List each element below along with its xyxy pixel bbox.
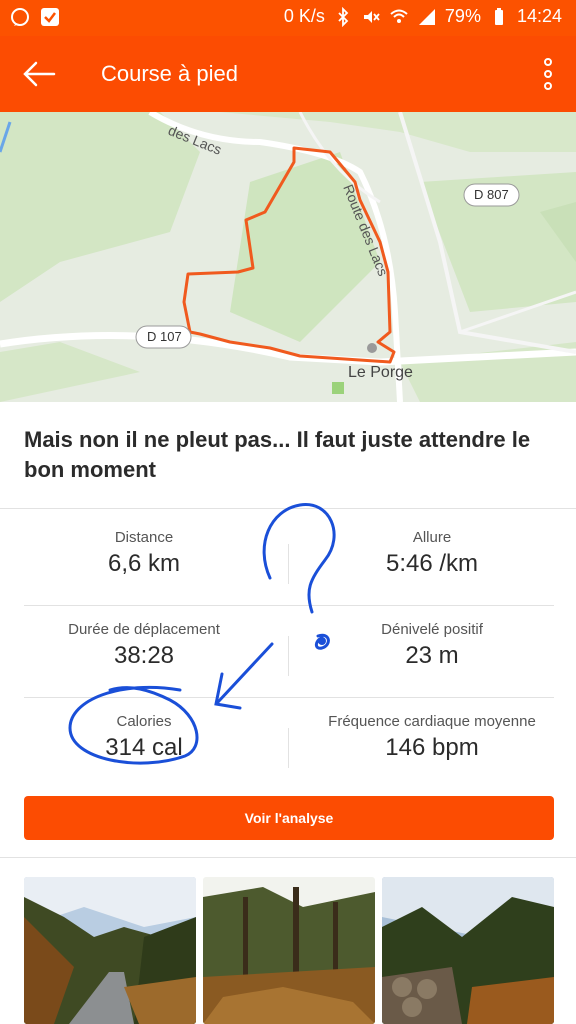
mute-icon <box>363 10 380 23</box>
route-map[interactable]: des Lacs Route des Lacs D 807 D 107 Le P… <box>0 112 576 402</box>
stat-heart-rate: Fréquence cardiaque moyenne 146 bpm <box>288 713 576 762</box>
view-analysis-button[interactable]: Voir l'analyse <box>24 796 554 840</box>
stat-value: 23 m <box>405 642 459 669</box>
stat-distance: Distance 6,6 km <box>0 529 288 578</box>
divider <box>0 508 576 509</box>
stat-value: 38:28 <box>113 642 175 669</box>
stat-pace: Allure 5:46 /km <box>288 529 576 578</box>
app-bar: Course à pied <box>0 36 576 112</box>
stat-value: 314 cal <box>105 734 183 761</box>
stat-label: Fréquence cardiaque moyenne <box>328 713 536 730</box>
stat-moving-time: Durée de déplacement 38:28 <box>0 621 288 670</box>
stat-value: 6,6 km <box>107 550 181 577</box>
divider <box>24 697 554 698</box>
photo-strip <box>24 877 554 1024</box>
map-label-le-porge: Le Porge <box>348 364 413 381</box>
stat-value: 5:46 /km <box>385 550 479 577</box>
stat-label: Durée de déplacement <box>68 621 220 638</box>
stat-label: Calories <box>116 713 172 730</box>
bluetooth-icon <box>338 6 349 27</box>
arrow-left-icon <box>23 61 56 87</box>
network-speed: 0 K/s <box>283 6 325 26</box>
stat-label: Distance <box>114 529 174 546</box>
activity-photo[interactable] <box>24 877 196 1024</box>
map-label-d807: D 807 <box>474 187 509 202</box>
stat-label: Dénivelé positif <box>381 621 483 638</box>
activity-photo[interactable] <box>203 877 375 1024</box>
map-label-d107: D 107 <box>147 329 182 344</box>
status-bar: 0 K/s 79% 14:24 <box>0 0 576 36</box>
stat-elevation-gain: Dénivelé positif 23 m <box>288 621 576 670</box>
strava-notification-icon <box>41 8 59 26</box>
more-vertical-icon <box>544 58 552 90</box>
activity-title: Mais non il ne pleut pas... Il faut just… <box>24 427 531 482</box>
divider <box>24 605 554 606</box>
stat-value: 146 bpm <box>385 734 479 761</box>
chat-bubble-icon <box>11 8 29 26</box>
page-title: Course à pied <box>101 61 238 86</box>
stat-calories: Calories 314 cal <box>0 713 288 762</box>
activity-photo[interactable] <box>382 877 554 1024</box>
clock: 14:24 <box>516 6 562 26</box>
battery-icon <box>494 7 503 25</box>
battery-level: 79% <box>444 6 481 26</box>
more-options-button[interactable] <box>538 54 558 94</box>
back-button[interactable] <box>20 58 60 90</box>
wifi-icon <box>390 9 408 23</box>
divider <box>0 857 576 858</box>
signal-icon <box>418 8 435 25</box>
stat-label: Allure <box>412 529 452 546</box>
